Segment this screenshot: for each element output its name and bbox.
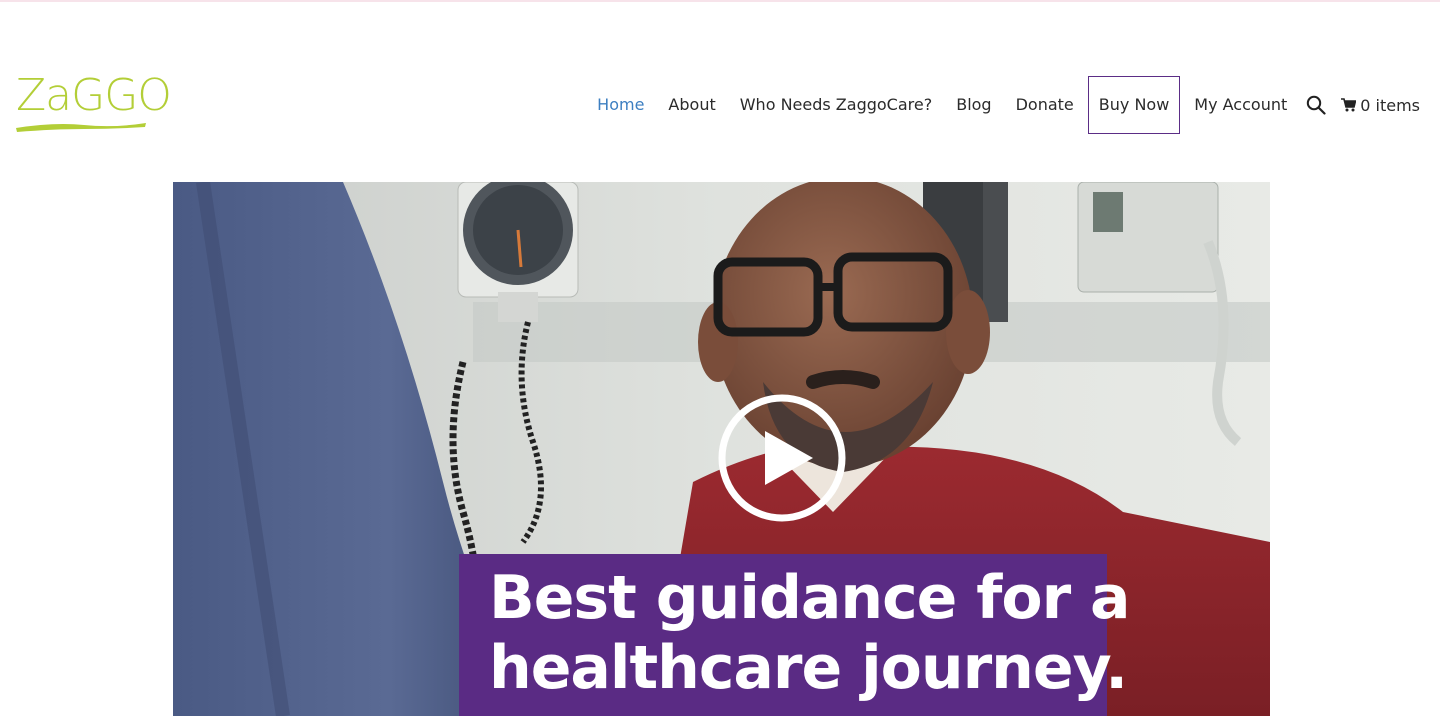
nav-donate[interactable]: Donate [1004,77,1086,133]
nav-my-account[interactable]: My Account [1182,77,1299,133]
nav-about[interactable]: About [656,77,727,133]
nav-buy-now[interactable]: Buy Now [1087,76,1181,134]
nav-blog[interactable]: Blog [944,77,1003,133]
nav-home[interactable]: Home [585,77,656,133]
search-icon[interactable] [1305,94,1327,116]
site-logo[interactable]: ZaGGO [14,74,172,136]
hero-caption-banner: Best guidance for a healthcare journey. [459,554,1131,716]
cart-count-label: 0 items [1360,95,1420,115]
logo-swoosh [16,123,146,132]
logo-wordmark: ZaGGO [16,70,172,121]
hero-caption-line-2: healthcare journey. [489,633,1128,703]
cart-link[interactable]: 0 items [1335,96,1420,115]
nav-who-needs-zaggocare[interactable]: Who Needs ZaggoCare? [728,77,944,133]
cart-icon [1341,98,1357,112]
main-navigation: Home About Who Needs ZaggoCare? Blog Don… [585,76,1420,134]
site-header: ZaGGO Home About Who Needs ZaggoCare? Bl… [0,0,1440,180]
play-icon[interactable] [717,393,847,523]
hero-video[interactable]: Best guidance for a healthcare journey. [173,182,1270,716]
hero-caption-line-1: Best guidance for a [489,563,1131,633]
